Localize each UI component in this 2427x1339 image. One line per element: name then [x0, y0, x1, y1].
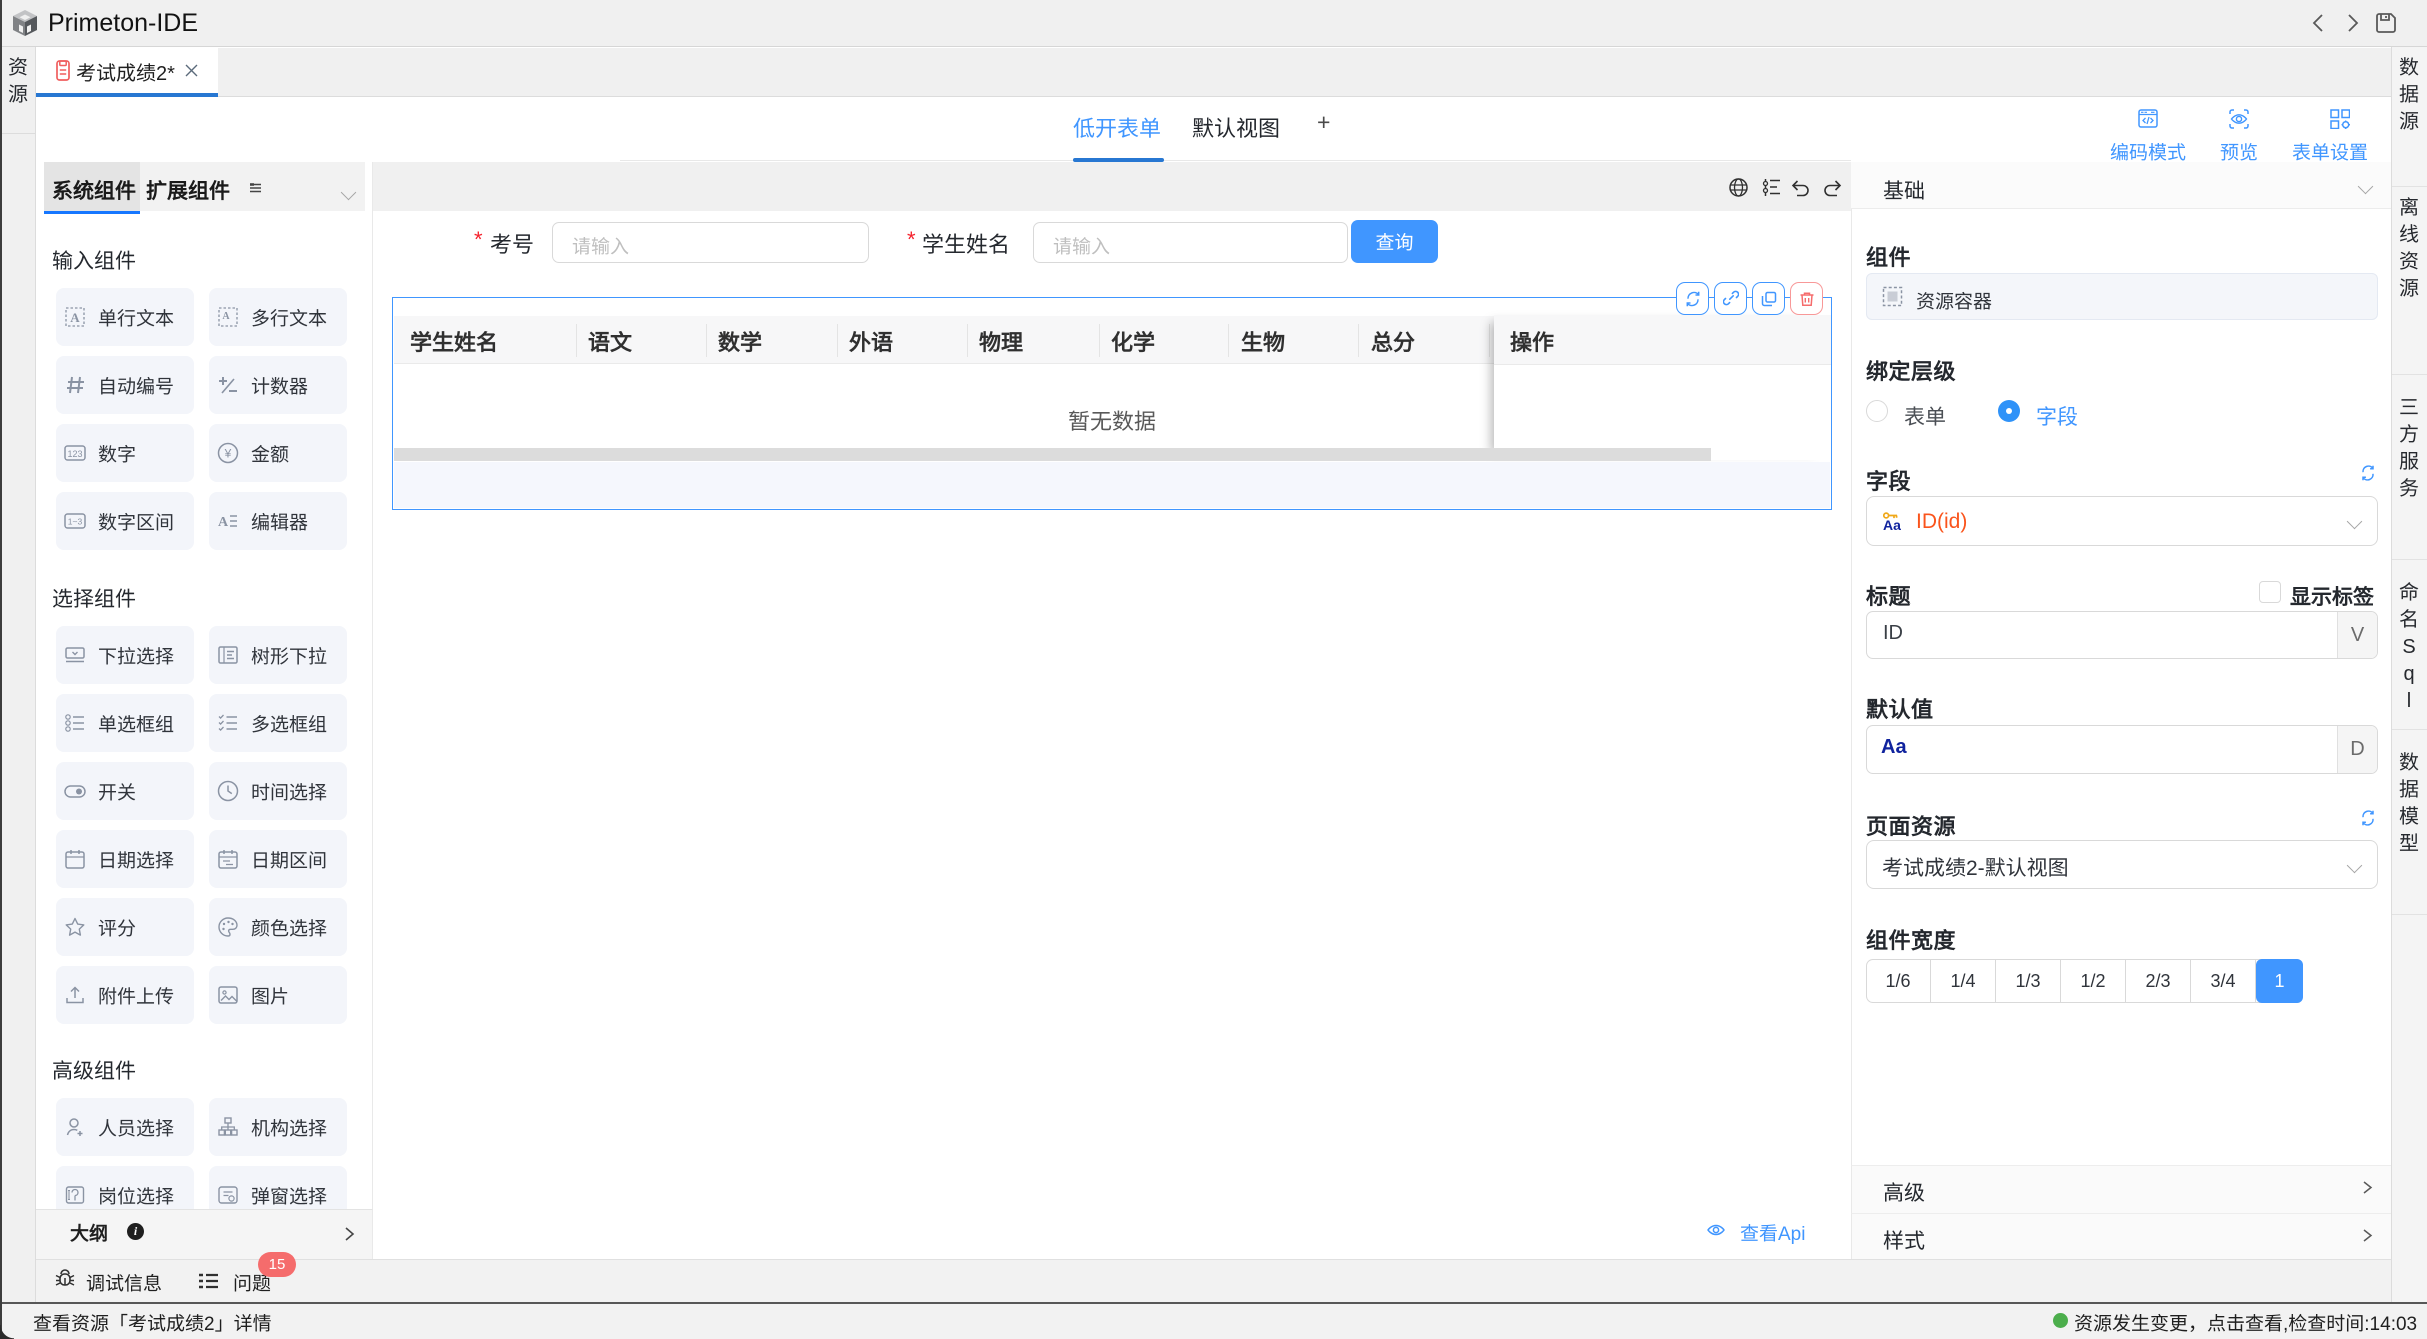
svg-text:1~3: 1~3	[68, 517, 83, 527]
svg-text:A: A	[218, 515, 229, 530]
svg-text:¥: ¥	[224, 447, 232, 461]
svg-text:123: 123	[67, 449, 82, 459]
svg-text:A: A	[222, 311, 230, 322]
svg-text:A: A	[70, 310, 80, 325]
